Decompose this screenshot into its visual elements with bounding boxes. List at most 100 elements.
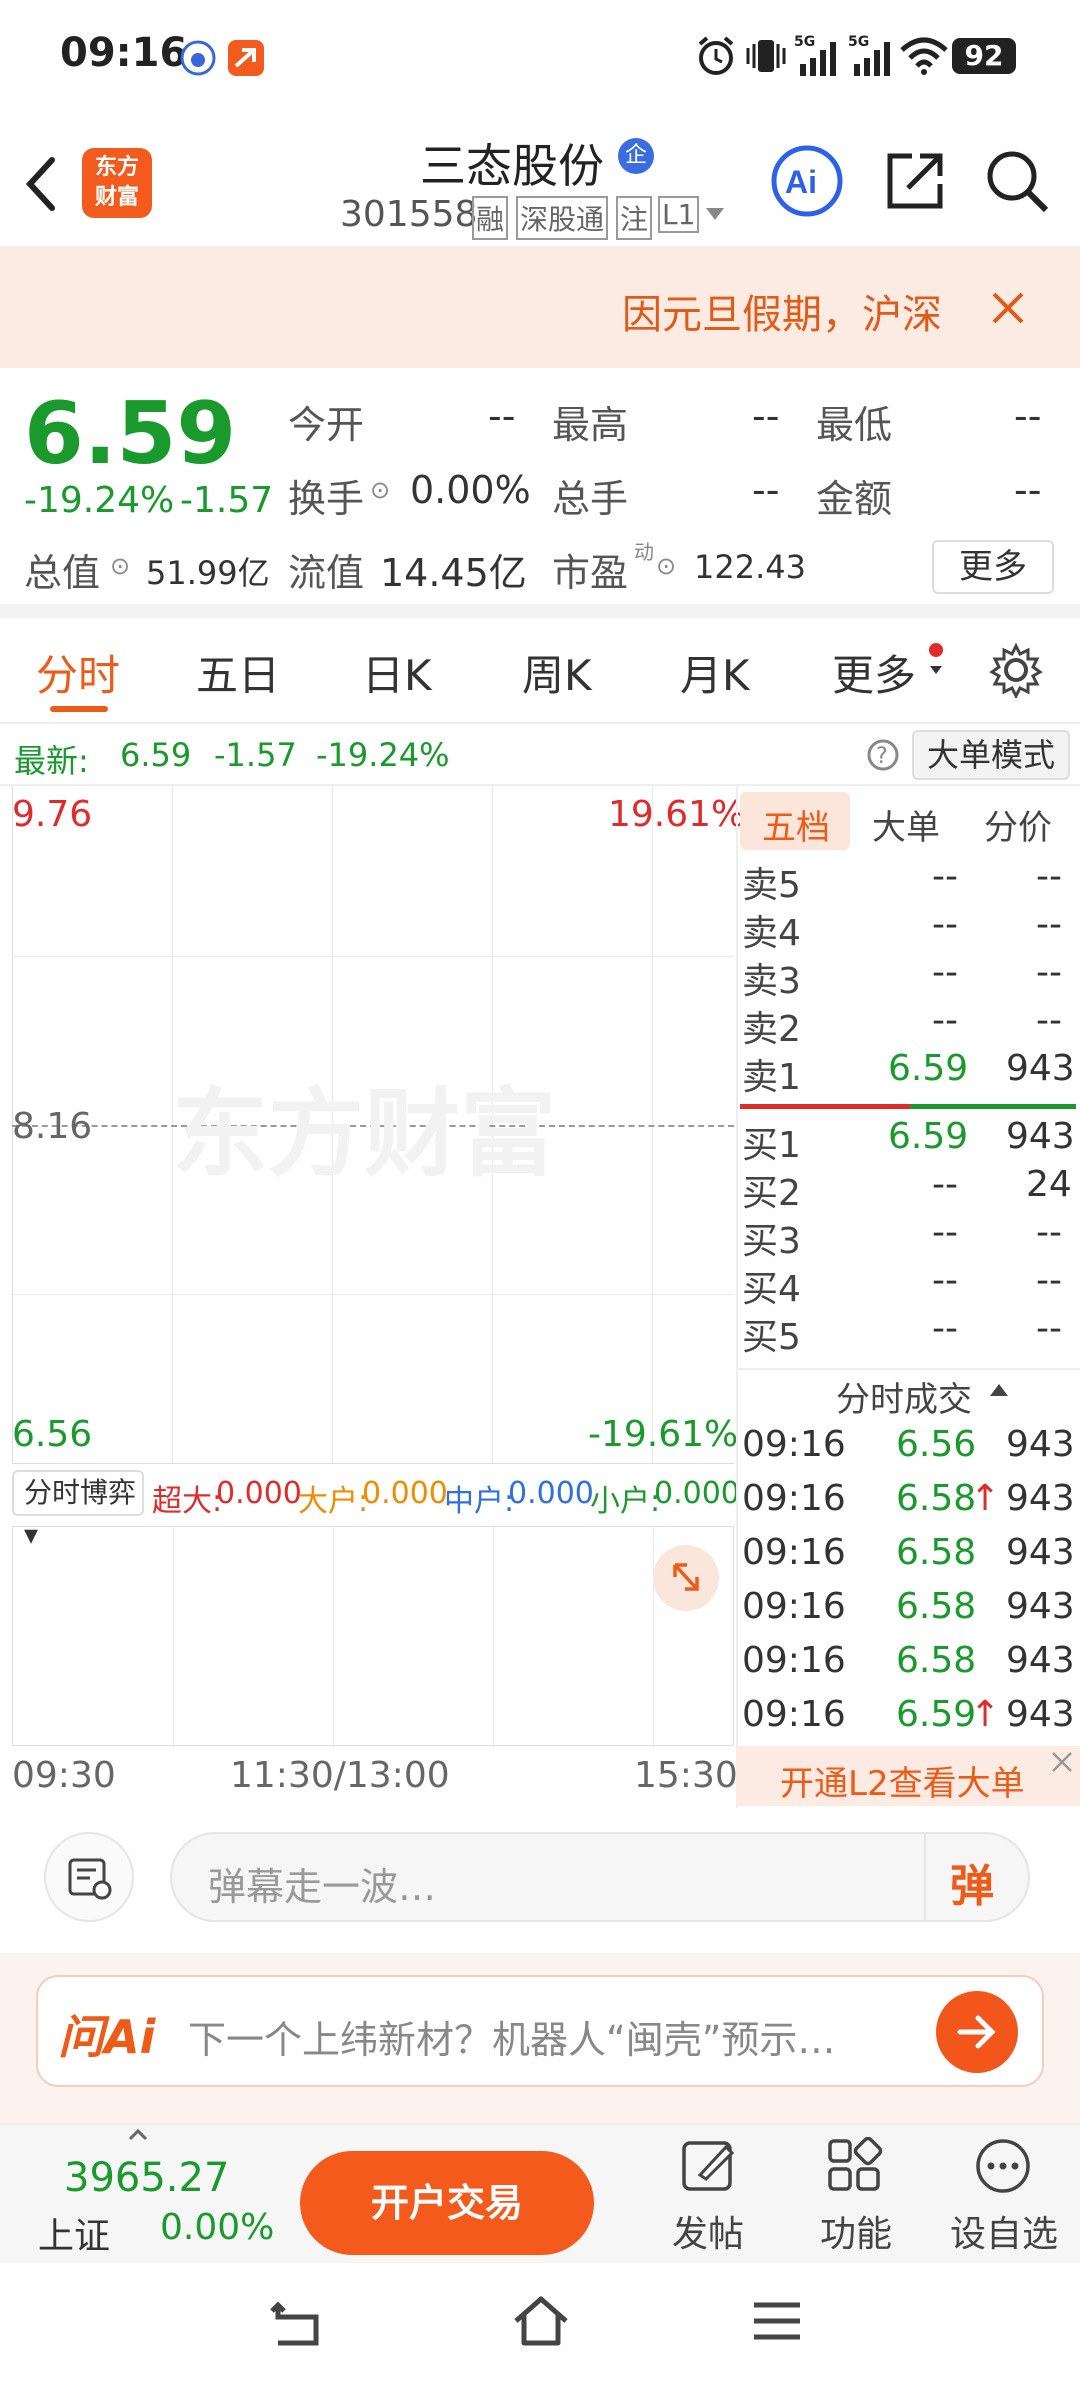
float-label: 流值 bbox=[288, 551, 365, 595]
tab-weekly-k[interactable]: 周K bbox=[522, 642, 592, 703]
ask-label: 卖3 bbox=[742, 961, 801, 1002]
index-name: 上证 bbox=[38, 2216, 111, 2257]
post-icon[interactable] bbox=[680, 2137, 738, 2195]
help-icon[interactable]: ? bbox=[866, 738, 900, 772]
ask-ai-send-button[interactable] bbox=[936, 1991, 1018, 2073]
high-label: 最高 bbox=[552, 403, 629, 447]
logo-line2: 财富 bbox=[94, 185, 139, 210]
big-order-mode-button[interactable]: 大单模式 bbox=[912, 730, 1070, 780]
book-tab-big[interactable]: 大单 bbox=[872, 800, 940, 849]
index-value[interactable]: 3965.27 bbox=[64, 2155, 229, 2201]
turnover-value: 0.00% bbox=[410, 468, 531, 512]
small-value: 0.000 bbox=[654, 1476, 740, 1511]
trade-arrow: ↑ bbox=[970, 1694, 1001, 1735]
app-logo[interactable]: 东方 财富 bbox=[82, 148, 152, 218]
back-arrow-icon[interactable] bbox=[20, 154, 60, 214]
more-button[interactable]: 更多 bbox=[932, 540, 1054, 594]
pe-info-icon[interactable]: ⊙ bbox=[656, 552, 676, 580]
amount-label: 金额 bbox=[816, 477, 893, 521]
close-icon[interactable] bbox=[990, 290, 1026, 326]
ask-row: 卖5 -- -- bbox=[736, 856, 1080, 906]
danmu-settings-button[interactable] bbox=[44, 1832, 134, 1922]
buy-ratio-bar bbox=[910, 1104, 1076, 1109]
trade-vol: 943 bbox=[1006, 1424, 1075, 1465]
battery-indicator: 92 bbox=[952, 38, 1016, 74]
more-dots-icon[interactable] bbox=[974, 2137, 1032, 2195]
vibrate-icon bbox=[746, 40, 786, 72]
ask-ai-input[interactable]: 问Ai 下一个上纬新材？机器人“闽壳”预示… bbox=[36, 1975, 1044, 2087]
tab-five-day[interactable]: 五日 bbox=[196, 642, 280, 703]
turnover-info-icon[interactable]: ⊙ bbox=[370, 476, 390, 504]
sort-up-icon[interactable] bbox=[988, 1382, 1010, 1398]
open-label: 今开 bbox=[288, 403, 365, 447]
bid-vol: -- bbox=[1036, 1212, 1062, 1253]
danmu-send-button[interactable]: 弹 bbox=[950, 1850, 994, 1914]
ask-label: 卖4 bbox=[742, 913, 801, 954]
sell-ratio-bar bbox=[740, 1104, 910, 1109]
trade-time: 09:16 bbox=[742, 1478, 846, 1519]
tab-daily-k[interactable]: 日K bbox=[362, 642, 432, 703]
info-icon[interactable]: ⊙ bbox=[110, 552, 130, 580]
danmu-input[interactable]: 弹幕走一波… 弹 bbox=[170, 1832, 1030, 1922]
sub-indicator-bar: 分时博弈 ▾ 超大: 0.000 大户: 0.000 中户: 0.000 小户:… bbox=[12, 1466, 740, 1551]
back-nav-icon[interactable] bbox=[270, 2299, 326, 2349]
trade-price: 6.58 bbox=[896, 1478, 977, 1519]
danmu-settings-icon bbox=[68, 1858, 112, 1900]
svg-text:5G: 5G bbox=[794, 34, 815, 50]
ask-vol: -- bbox=[1036, 1000, 1062, 1041]
share-icon[interactable] bbox=[882, 148, 948, 214]
holiday-notice[interactable]: 因元旦假期，沪深 bbox=[0, 248, 1080, 368]
tab-more[interactable]: 更多 bbox=[832, 642, 916, 703]
ask-price: -- bbox=[932, 856, 958, 897]
ai-assistant-icon[interactable]: Ai bbox=[770, 144, 844, 218]
function-label[interactable]: 功能 bbox=[820, 2205, 892, 2257]
bid-label: 买5 bbox=[742, 1317, 801, 1358]
home-nav-icon[interactable] bbox=[510, 2293, 572, 2349]
l2-banner[interactable]: 开通L2查看大单 bbox=[736, 1746, 1080, 1806]
latest-bar: 最新: 6.59 -1.57 -19.24% ? 大单模式 bbox=[0, 724, 1080, 786]
book-tab-five[interactable]: 五档 bbox=[762, 800, 830, 849]
trades-list: 09:16 6.56 943 09:16 6.58 ↑ 943 09:16 6.58 943 … bbox=[736, 1424, 1080, 1754]
trades-title[interactable]: 分时成交 bbox=[836, 1372, 972, 1421]
bid-price: -- bbox=[932, 1260, 958, 1301]
float-value: 14.45亿 bbox=[380, 551, 527, 595]
ask-price: -- bbox=[932, 904, 958, 945]
tag-zhu: 注 bbox=[616, 196, 653, 240]
ask-ai-logo: 问Ai bbox=[58, 2010, 156, 2064]
add-watchlist-label[interactable]: 设自选 bbox=[950, 2205, 1058, 2257]
trade-price: 6.58 bbox=[896, 1532, 977, 1573]
function-grid-icon[interactable] bbox=[826, 2137, 884, 2195]
tag-rong: 融 bbox=[472, 196, 509, 240]
collapse-caret-icon[interactable] bbox=[128, 2129, 148, 2141]
trade-row: 09:16 6.58 943 bbox=[736, 1640, 1080, 1694]
menu-nav-icon[interactable] bbox=[752, 2299, 802, 2343]
ask-row: 卖4 -- -- bbox=[736, 904, 1080, 954]
sub-grid-v1 bbox=[173, 1527, 174, 1747]
expand-icon[interactable] bbox=[651, 1543, 721, 1613]
trade-row: 09:16 6.58 943 bbox=[736, 1586, 1080, 1640]
x-start-label: 09:30 bbox=[12, 1755, 116, 1796]
ask-price: -- bbox=[932, 1000, 958, 1041]
trade-row: 09:16 6.58 ↑ 943 bbox=[736, 1478, 1080, 1532]
search-icon[interactable] bbox=[984, 148, 1050, 214]
signal-5g-icon-2: 5G bbox=[848, 34, 890, 76]
dropdown-triangle-icon[interactable] bbox=[704, 206, 726, 222]
settings-gear-icon[interactable] bbox=[988, 642, 1044, 698]
mid-label: 中户: bbox=[444, 1484, 515, 1519]
sub-indicator-select[interactable]: 分时博弈 ▾ bbox=[12, 1470, 144, 1551]
pe-sup: 动 bbox=[634, 540, 654, 564]
ask-row: 卖1 6.59 943 bbox=[736, 1048, 1080, 1098]
open-account-trade-button[interactable]: 开户交易 bbox=[300, 2151, 594, 2255]
tab-monthly-k[interactable]: 月K bbox=[680, 642, 750, 703]
l2-close-icon[interactable] bbox=[1050, 1750, 1074, 1774]
ask-row: 卖3 -- -- bbox=[736, 952, 1080, 1002]
book-tab-price[interactable]: 分价 bbox=[984, 800, 1052, 849]
grid-bottom bbox=[12, 1463, 734, 1464]
intraday-chart[interactable]: 东方财富 9.76 19.61% 8.16 6.56 -19.61% bbox=[12, 786, 745, 1464]
trade-price: 6.59 bbox=[896, 1694, 977, 1735]
ask-vol: -- bbox=[1036, 856, 1062, 897]
sub-chart[interactable] bbox=[12, 1526, 734, 1747]
ask-ai-text: 下一个上纬新材？机器人“闽壳”预示… bbox=[188, 2018, 836, 2062]
tab-intraday[interactable]: 分时 bbox=[36, 642, 120, 703]
post-label[interactable]: 发帖 bbox=[672, 2205, 744, 2257]
